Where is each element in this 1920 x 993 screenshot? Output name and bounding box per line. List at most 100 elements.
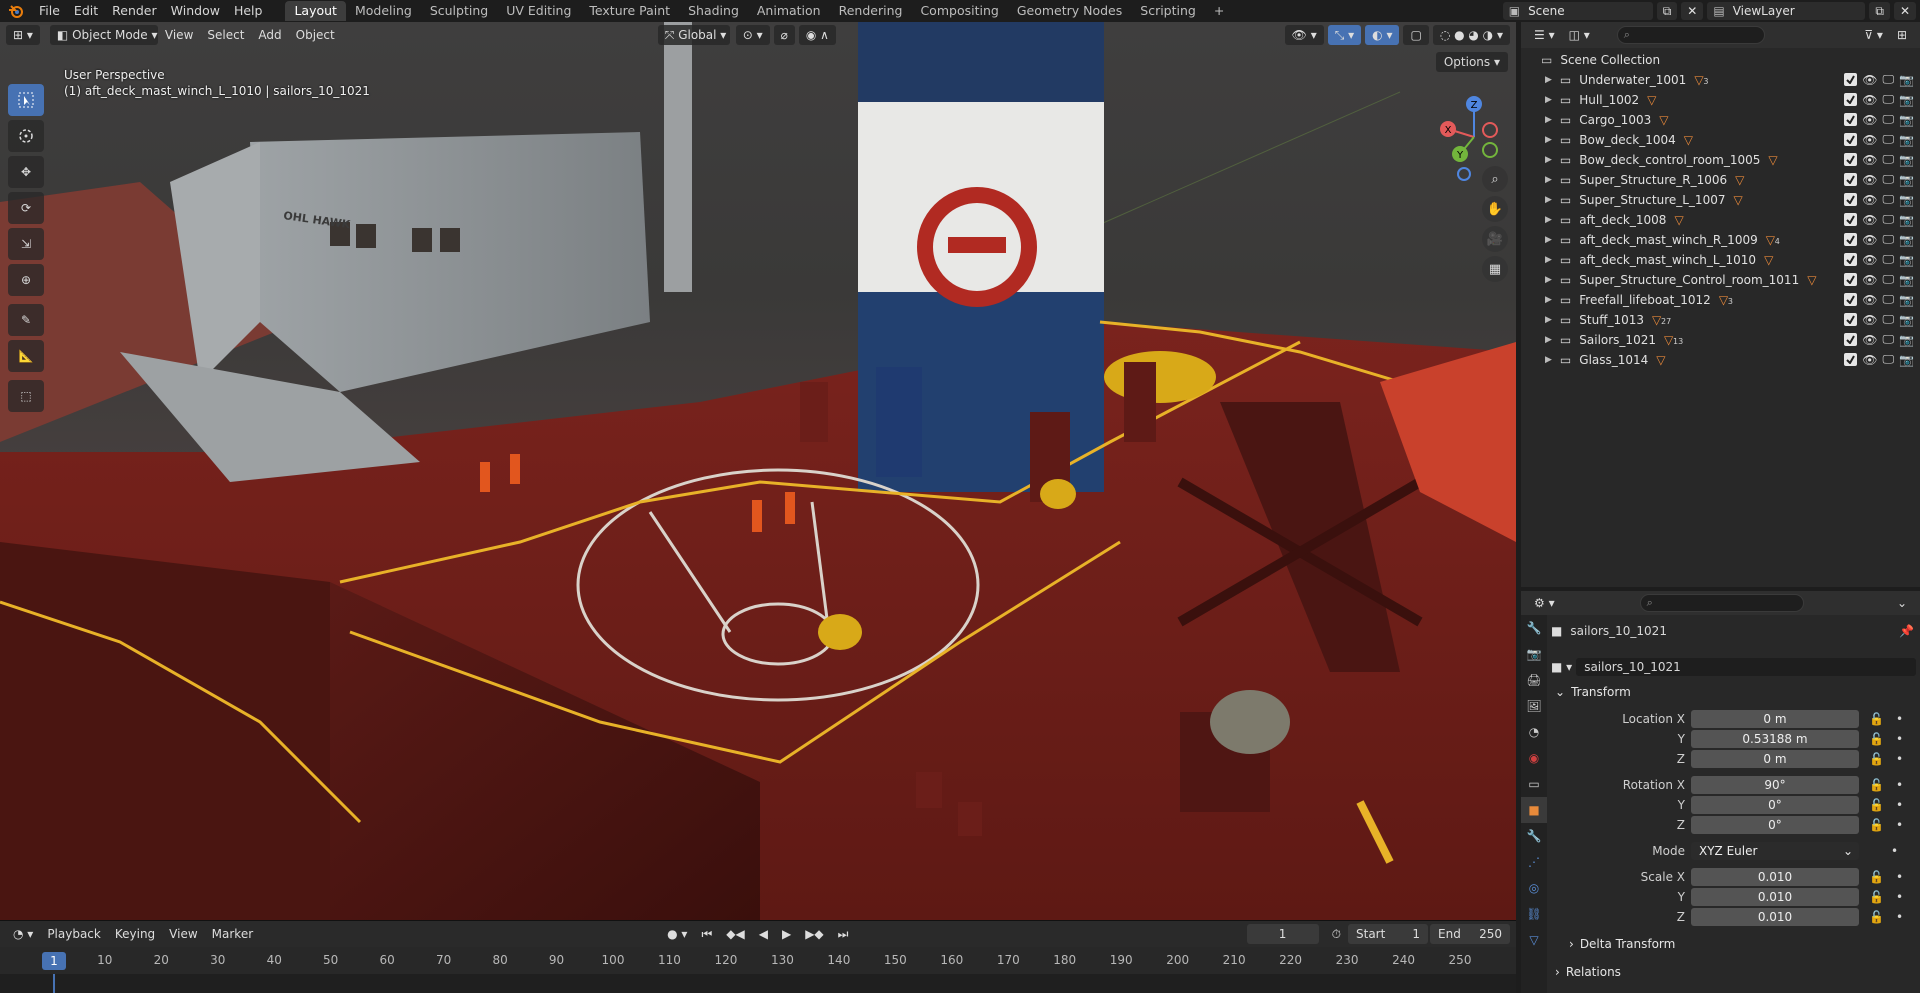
zoom-icon[interactable]: ⌕ [1482,166,1508,192]
current-frame-indicator[interactable]: 1 [42,952,66,970]
viewport-monitor-icon[interactable]: 🖵 [1882,112,1894,127]
viewport-monitor-icon[interactable]: 🖵 [1882,172,1894,187]
viewport-monitor-icon[interactable]: 🖵 [1882,212,1894,227]
menu-edit[interactable]: Edit [67,0,105,22]
annotate-tool-icon[interactable]: ✎ [8,304,44,336]
expand-arrow-icon[interactable]: ▶ [1545,175,1552,185]
render-camera-icon[interactable]: 📷 [1899,273,1914,287]
location-y-field[interactable]: 0.53188 m [1691,730,1859,748]
mesh-data-icon[interactable]: ▽ [1647,93,1656,107]
move-tool-icon[interactable]: ✥ [8,156,44,188]
exclude-checkbox[interactable] [1844,333,1858,346]
outliner-item[interactable]: ▶ ▭ Super_Structure_L_1007 ▽ 👁 🖵 📷 [1521,190,1920,210]
delta-transform-panel-header[interactable]: › Delta Transform [1551,933,1920,955]
expand-arrow-icon[interactable]: ▶ [1545,255,1552,265]
rotation-mode-dropdown[interactable]: XYZ Euler ⌄ [1691,842,1859,860]
viewport-monitor-icon[interactable]: 🖵 [1882,132,1894,147]
mesh-data-icon[interactable]: ▽ [1768,153,1777,167]
delete-viewlayer-button[interactable]: ✕ [1893,2,1916,20]
keyframe-dot-icon[interactable]: • [1896,732,1903,746]
scene-collection-row[interactable]: ▭ Scene Collection [1541,50,1920,70]
keyframe-dot-icon[interactable]: • [1896,890,1903,904]
exclude-checkbox[interactable] [1844,233,1858,246]
expand-arrow-icon[interactable]: ▶ [1545,95,1552,105]
scale-z-field[interactable]: 0.010 [1691,908,1859,926]
mesh-data-icon[interactable]: ▽ [1656,353,1665,367]
viewport-monitor-icon[interactable]: 🖵 [1882,152,1894,167]
frame-ruler[interactable]: 1 10 20 30 40 50 60 70 80 90 100 110 120 130 140 150 16… [0,949,1516,973]
rotation-x-field[interactable]: 90° [1691,776,1859,794]
add-cube-tool-icon[interactable]: ⬚ [8,380,44,412]
keyframe-dot-icon[interactable]: • [1896,712,1903,726]
tool-tab-icon[interactable]: 🔧 [1521,615,1547,641]
exclude-checkbox[interactable] [1844,213,1858,226]
add-workspace-button[interactable]: + [1205,1,1233,21]
visibility-eye-icon[interactable]: 👁 [1862,193,1877,207]
menu-file[interactable]: File [32,0,67,22]
measure-tool-icon[interactable]: 📐 [8,340,44,372]
expand-arrow-icon[interactable]: ▶ [1545,295,1552,305]
visibility-eye-icon[interactable]: 👁 [1862,293,1877,307]
visibility-eye-icon[interactable]: 👁 [1862,213,1877,227]
delete-scene-button[interactable]: ✕ [1681,2,1704,20]
tab-layout[interactable]: Layout [285,1,346,21]
overlay-toggle-icon[interactable]: ◐ ▾ [1365,25,1400,45]
viewport-monitor-icon[interactable]: 🖵 [1882,252,1894,267]
render-camera-icon[interactable]: 📷 [1899,193,1914,207]
exclude-checkbox[interactable] [1844,133,1858,146]
select-box-tool-icon[interactable] [8,84,44,116]
tab-sculpting[interactable]: Sculpting [421,1,497,21]
lock-icon[interactable]: 🔓 [1869,890,1884,904]
outliner-item[interactable]: ▶ ▭ Freefall_lifeboat_1012 ▽ 3 👁 🖵 📷 [1521,290,1920,310]
expand-arrow-icon[interactable]: ▶ [1545,155,1552,165]
render-camera-icon[interactable]: 📷 [1899,313,1914,327]
visibility-icon[interactable]: 👁 ▾ [1284,25,1324,45]
visibility-eye-icon[interactable]: 👁 [1862,333,1877,347]
modifier-tab-icon[interactable]: 🔧 [1521,823,1547,849]
lock-icon[interactable]: 🔓 [1869,778,1884,792]
viewlayer-selector[interactable]: ▤ ViewLayer [1707,2,1866,20]
visibility-eye-icon[interactable]: 👁 [1862,353,1877,367]
outliner-item[interactable]: ▶ ▭ aft_deck_mast_winch_L_1010 ▽ 👁 🖵 📷 [1521,250,1920,270]
render-camera-icon[interactable]: 📷 [1899,73,1914,87]
transform-panel-header[interactable]: ⌄ Transform [1551,681,1920,703]
menu-timeline-view[interactable]: View [162,924,204,944]
transform-orientation-selector[interactable]: ⤧ Global ▾ [657,25,730,45]
outliner-item[interactable]: ▶ ▭ Bow_deck_control_room_1005 ▽ 👁 🖵 📷 [1521,150,1920,170]
exclude-checkbox[interactable] [1844,253,1858,266]
mesh-data-icon[interactable]: ▽ 3 [1694,73,1708,87]
render-camera-icon[interactable]: 📷 [1899,173,1914,187]
mesh-data-icon[interactable]: ▽ [1735,173,1744,187]
view-layer-tab-icon[interactable]: 🖼 [1521,693,1547,719]
expand-arrow-icon[interactable]: ▶ [1545,355,1552,365]
viewport-monitor-icon[interactable]: 🖵 [1882,92,1894,107]
exclude-checkbox[interactable] [1844,353,1858,366]
tab-scripting[interactable]: Scripting [1131,1,1205,21]
display-mode-button[interactable]: ◫ ▾ [1562,25,1597,45]
gizmo-toggle-icon[interactable]: ⤡ ▾ [1327,25,1362,45]
tab-geometry-nodes[interactable]: Geometry Nodes [1008,1,1131,21]
expand-arrow-icon[interactable]: ▶ [1545,215,1552,225]
visibility-eye-icon[interactable]: 👁 [1862,113,1877,127]
visibility-eye-icon[interactable]: 👁 [1862,313,1877,327]
outliner-editor-type-button[interactable]: ☰ ▾ [1527,25,1562,45]
exclude-checkbox[interactable] [1844,313,1858,326]
pan-hand-icon[interactable]: ✋ [1482,196,1508,222]
viewport-monitor-icon[interactable]: 🖵 [1882,192,1894,207]
lock-icon[interactable]: 🔓 [1869,818,1884,832]
record-button[interactable]: ● ▾ [660,924,694,944]
render-camera-icon[interactable]: 📷 [1899,153,1914,167]
tab-uv-editing[interactable]: UV Editing [497,1,580,21]
keyframe-dot-icon[interactable]: • [1896,778,1903,792]
keyframe-dot-icon[interactable]: • [1896,818,1903,832]
viewport-monitor-icon[interactable]: 🖵 [1882,312,1894,327]
timeline-editor-type-button[interactable]: ◔ ▾ [6,924,40,944]
transform-tool-icon[interactable]: ⊕ [8,264,44,296]
expand-arrow-icon[interactable]: ▶ [1545,135,1552,145]
outliner-item[interactable]: ▶ ▭ aft_deck_mast_winch_R_1009 ▽ 4 👁 🖵 📷 [1521,230,1920,250]
scale-tool-icon[interactable]: ⇲ [8,228,44,260]
play-reverse-icon[interactable]: ◀ [752,924,775,944]
visibility-eye-icon[interactable]: 👁 [1862,273,1877,287]
render-camera-icon[interactable]: 📷 [1899,93,1914,107]
scene-selector[interactable]: ▣ Scene [1502,2,1653,20]
